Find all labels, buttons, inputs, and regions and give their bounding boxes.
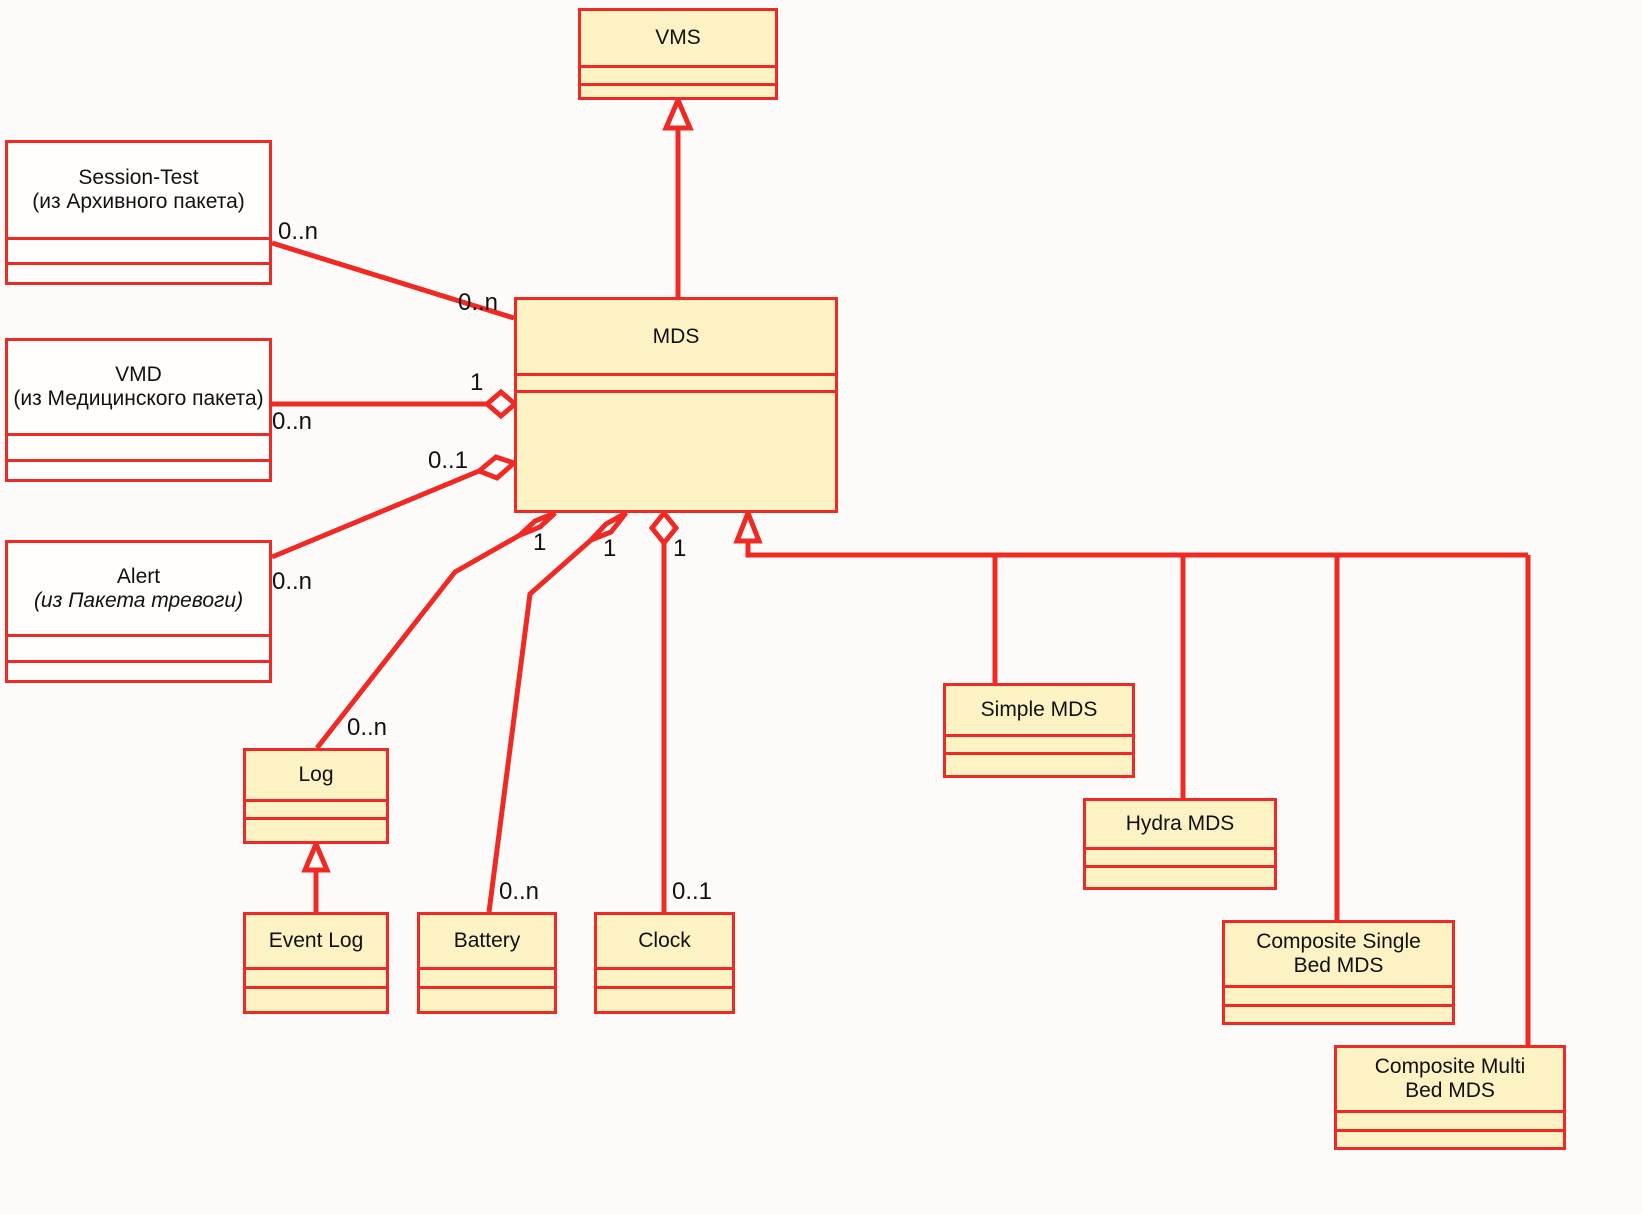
class-attributes-compartment-elog — [246, 967, 386, 986]
multiplicity-label-m12: 0..1 — [672, 878, 713, 905]
class-operations-compartment-smds — [946, 752, 1132, 775]
class-operations-compartment-clock — [597, 986, 732, 1011]
class-attributes-compartment-clock — [597, 967, 732, 986]
class-attributes-compartment-smds — [946, 734, 1132, 752]
class-box-clock[interactable]: Clock — [594, 912, 735, 1014]
class-attributes-compartment-alert — [8, 634, 269, 660]
class-box-log[interactable]: Log — [243, 748, 389, 844]
class-name-compartment-log: Log — [246, 751, 386, 799]
class-box-hmds[interactable]: Hydra MDS — [1083, 798, 1277, 890]
class-name-smds: Simple MDS — [980, 698, 1098, 722]
class-name-mds: MDS — [652, 324, 700, 348]
class-attributes-compartment-cmbm — [1337, 1110, 1563, 1129]
class-name-cmbm: Composite Multi — [1374, 1055, 1526, 1079]
class-subtitle-vmd: (из Медицинского пакета) — [13, 387, 264, 410]
class-box-vmd[interactable]: VMD (из Медицинского пакета) — [5, 338, 272, 482]
class-box-cmbm[interactable]: Composite Multi Bed MDS — [1334, 1045, 1566, 1150]
class-name-batt: Battery — [453, 929, 521, 953]
class-attributes-compartment-log — [246, 799, 386, 817]
class-name-compartment-alert: Alert (из Пакета тревоги) — [8, 543, 269, 634]
class-box-vms[interactable]: VMS — [578, 8, 778, 100]
class-operations-compartment-stest — [8, 262, 269, 282]
class-operations-compartment-log — [246, 817, 386, 841]
class-operations-compartment-batt — [420, 986, 554, 1011]
multiplicity-label-m2: 0..n — [458, 289, 499, 316]
class-name-compartment-smds: Simple MDS — [946, 686, 1132, 734]
edge-event-log-to-log — [301, 837, 331, 912]
class-name-elog: Event Log — [268, 929, 364, 953]
class-operations-compartment-cmbm — [1337, 1129, 1563, 1147]
class-operations-compartment-elog — [246, 986, 386, 1011]
multiplicity-label-m3: 1 — [470, 369, 484, 396]
class-name-alert: Alert — [116, 564, 161, 588]
class-operations-compartment-vmd — [8, 459, 269, 479]
multiplicity-label-m7: 1 — [533, 529, 547, 556]
class-subtitle-alert: (из Пакета тревоги) — [33, 588, 244, 612]
class-name-stest: Session-Test — [78, 166, 199, 190]
uml-class-diagram-canvas: VMS Session-Test (из Архивного пакета) VMD(… — [0, 0, 1642, 1214]
class-name-compartment-stest: Session-Test (из Архивного пакета) — [8, 143, 269, 237]
class-name-compartment-hmds: Hydra MDS — [1086, 801, 1274, 847]
class-operations-compartment-vms — [581, 83, 775, 97]
class-operations-compartment-alert — [8, 660, 269, 680]
edge-alert-to-mds — [271, 454, 519, 560]
class-name-clock: Clock — [638, 929, 691, 953]
class-attributes-compartment-csbm — [1225, 985, 1452, 1004]
class-attributes-compartment-vmd — [8, 433, 269, 459]
class-box-smds[interactable]: Simple MDS — [943, 683, 1135, 778]
class-name-vmd: VMD — [115, 363, 162, 387]
multiplicity-label-m1: 0..n — [278, 218, 319, 245]
class-name-compartment-elog: Event Log — [246, 915, 386, 967]
multiplicity-label-m10: 0..n — [347, 714, 388, 741]
class-name-compartment-csbm: Composite Single Bed MDS — [1225, 923, 1452, 985]
multiplicity-label-m8: 1 — [603, 535, 617, 562]
multiplicity-label-m9: 1 — [673, 535, 687, 562]
class-operations-compartment-mds — [517, 390, 835, 510]
class-attributes-compartment-stest — [8, 237, 269, 262]
class-name-compartment-vmd: VMD (из Медицинского пакета) — [8, 341, 269, 433]
class-subtitle-csbm: Bed MDS — [1293, 954, 1384, 977]
multiplicity-label-m4: 0..n — [272, 408, 313, 435]
class-attributes-compartment-hmds — [1086, 847, 1274, 865]
edge-log-to-mds — [315, 510, 557, 750]
class-box-csbm[interactable]: Composite Single Bed MDS — [1222, 920, 1455, 1025]
class-operations-compartment-csbm — [1225, 1004, 1452, 1022]
class-subtitle-cmbm: Bed MDS — [1405, 1079, 1495, 1102]
class-box-stest[interactable]: Session-Test (из Архивного пакета) — [5, 140, 272, 285]
class-name-log: Log — [298, 763, 334, 787]
class-name-compartment-batt: Battery — [420, 915, 554, 967]
edge-battery-to-mds — [486, 510, 628, 913]
multiplicity-label-m6: 0..n — [272, 568, 313, 595]
class-box-elog[interactable]: Event Log — [243, 912, 389, 1014]
class-name-compartment-mds: MDS — [517, 300, 835, 373]
class-operations-compartment-hmds — [1086, 865, 1274, 887]
class-attributes-compartment-mds — [517, 373, 835, 390]
class-name-csbm: Composite Single — [1256, 930, 1421, 954]
class-attributes-compartment-vms — [581, 65, 775, 83]
class-name-vms: VMS — [655, 26, 701, 50]
class-name-compartment-cmbm: Composite Multi Bed MDS — [1337, 1048, 1563, 1110]
multiplicity-label-m11: 0..n — [499, 878, 540, 905]
class-attributes-compartment-batt — [420, 967, 554, 986]
edge-mds-to-vms — [662, 93, 694, 297]
class-box-batt[interactable]: Battery — [417, 912, 557, 1014]
class-name-compartment-vms: VMS — [581, 11, 775, 65]
class-box-mds[interactable]: MDS — [514, 297, 838, 513]
class-name-compartment-clock: Clock — [597, 915, 732, 967]
multiplicity-label-m5: 0..1 — [428, 447, 469, 474]
class-subtitle-stest: (из Архивного пакета) — [32, 190, 245, 213]
class-box-alert[interactable]: Alert (из Пакета тревоги) — [5, 540, 272, 683]
class-name-hmds: Hydra MDS — [1125, 812, 1235, 836]
edge-clock-to-mds — [648, 508, 680, 912]
